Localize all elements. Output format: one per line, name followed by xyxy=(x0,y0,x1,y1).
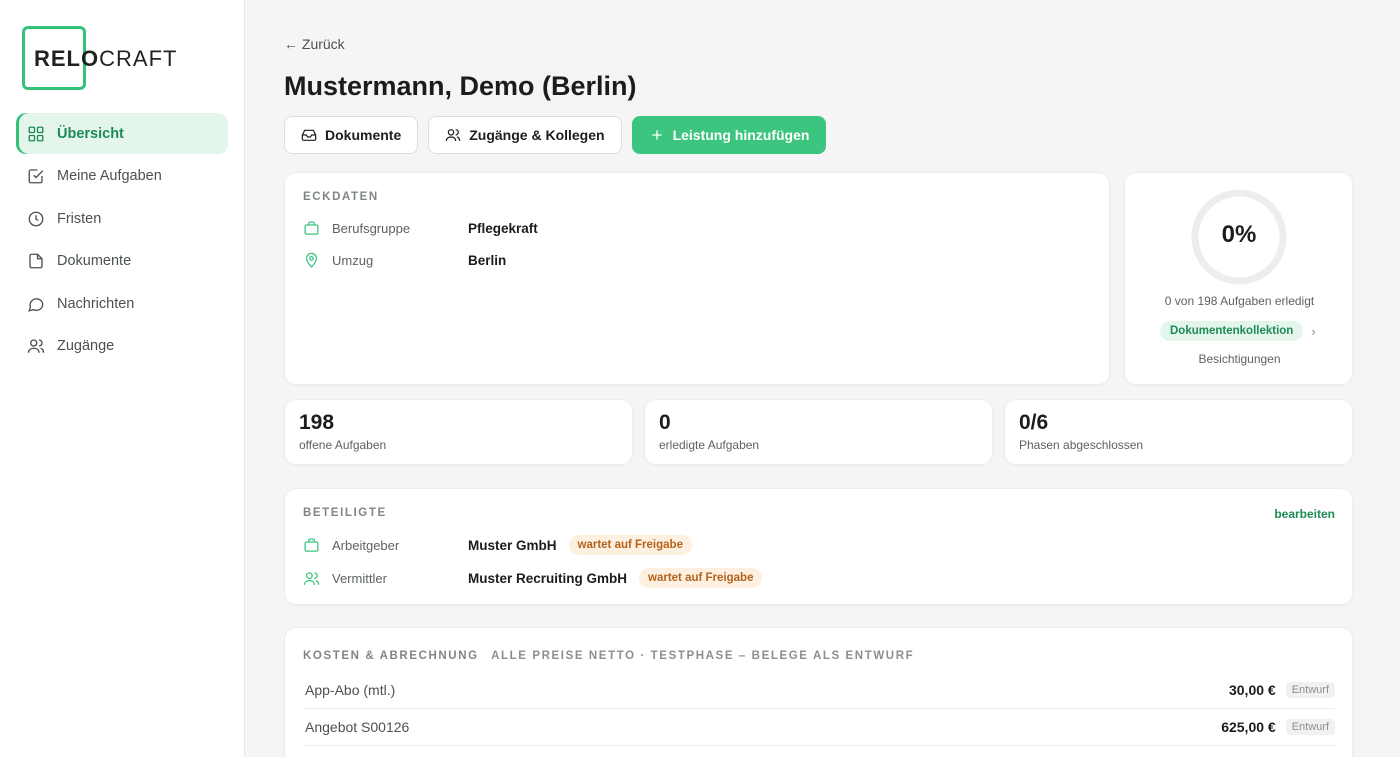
beteiligte-key: Arbeitgeber xyxy=(332,537,400,553)
beteiligte-value: Muster Recruiting GmbH xyxy=(468,570,628,586)
status-badge: wartet auf Freigabe xyxy=(568,535,692,555)
sidebar-item-label: Zugänge xyxy=(57,338,115,354)
stat-label: erledigte Aufgaben xyxy=(659,438,760,452)
sidebar-nav: Übersicht Meine Aufgaben Fristen Dokumen… xyxy=(16,113,228,368)
beteiligte-key: Vermittler xyxy=(332,570,387,586)
users-icon xyxy=(27,339,45,353)
sidebar-item-dokumente[interactable]: Dokumente xyxy=(16,241,228,282)
price-row[interactable]: Angebot S00126 625,00 € Entwurf xyxy=(303,709,1335,746)
relocraft-logo[interactable]: RELOCRAFT xyxy=(22,26,176,90)
sidebar-item-uebersicht[interactable]: Übersicht xyxy=(16,113,228,154)
stat-value: 0/6 xyxy=(1019,411,1049,434)
price-row[interactable]: App-Abo (mtl.) 30,00 € Entwurf xyxy=(303,672,1335,709)
eckdaten-value: Berlin xyxy=(468,253,507,268)
edit-link[interactable]: bearbeiten xyxy=(1274,507,1335,521)
eckdaten-row: Berufsgruppe Pflegekraft xyxy=(303,220,538,237)
add-service-button-label: Leistung hinzufügen xyxy=(672,127,810,143)
add-service-button[interactable]: Leistung hinzufügen xyxy=(631,116,827,154)
draft-badge: Entwurf xyxy=(1285,719,1335,735)
documents-button[interactable]: Dokumente xyxy=(284,116,419,154)
beteiligte-row: Arbeitgeber Muster GmbH wartet auf Freig… xyxy=(303,535,692,555)
eckdaten-row: Umzug Berlin xyxy=(303,252,506,269)
kosten-header: KOSTEN & ABRECHNUNG ALLE PREISE NETTO · … xyxy=(303,646,914,664)
access-colleagues-button[interactable]: Zugänge & Kollegen xyxy=(428,116,622,154)
chat-icon xyxy=(28,297,44,312)
price-amount: 625,00 € xyxy=(1221,719,1276,735)
grid-icon xyxy=(28,126,44,141)
kosten-sub-label: ALLE PREISE NETTO · TESTPHASE – BELEGE A… xyxy=(491,650,915,662)
sidebar-item-meine-aufgaben[interactable]: Meine Aufgaben xyxy=(16,156,228,197)
stat-value: 198 xyxy=(299,411,335,434)
stat-card-open: 198 offene Aufgaben xyxy=(284,399,633,465)
eckdaten-value: Pflegekraft xyxy=(468,221,538,236)
page-title: Mustermann, Demo (Berlin) xyxy=(284,71,637,101)
draft-badge: Entwurf xyxy=(1285,682,1335,698)
location-pin-icon xyxy=(305,252,318,268)
beteiligte-card: BETEILIGTE bearbeiten Arbeitgeber Muster… xyxy=(284,488,1353,605)
beteiligte-value: Muster GmbH xyxy=(468,537,557,553)
sidebar-item-label: Meine Aufgaben xyxy=(57,168,162,184)
action-bar: Dokumente Zugänge & Kollegen Leistung hi… xyxy=(284,116,827,154)
eckdaten-card: ECKDATEN Berufsgruppe Pflegekraft Umzug … xyxy=(284,172,1110,385)
beteiligte-label: BETEILIGTE xyxy=(303,507,387,519)
kosten-label: KOSTEN & ABRECHNUNG xyxy=(303,650,479,662)
sidebar-item-label: Übersicht xyxy=(57,125,124,142)
progress-card: 0% 0 von 198 Aufgaben erledigt Dokumente… xyxy=(1124,172,1353,385)
access-button-label: Zugänge & Kollegen xyxy=(469,127,605,143)
inbox-icon xyxy=(301,129,317,141)
price-name: Angebot S00126 xyxy=(305,719,410,735)
stat-value: 0 xyxy=(659,411,671,434)
price-amount: 30,00 € xyxy=(1228,682,1276,698)
sidebar: RELOCRAFT Übersicht Meine Aufgaben Frist… xyxy=(0,0,245,757)
eckdaten-key: Umzug xyxy=(332,253,374,268)
briefcase-icon xyxy=(304,537,319,552)
progress-summary: 0 von 198 Aufgaben erledigt xyxy=(1164,294,1315,308)
users-icon xyxy=(303,571,320,585)
stat-card-phases: 0/6 Phasen abgeschlossen xyxy=(1004,399,1353,465)
kosten-card: KOSTEN & ABRECHNUNG ALLE PREISE NETTO · … xyxy=(284,627,1353,757)
checkbox-icon xyxy=(28,169,44,184)
beteiligte-row: Vermittler Muster Recruiting GmbH wartet… xyxy=(303,568,763,588)
phase-badge: Dokumentenkollektion xyxy=(1160,321,1304,341)
users-icon xyxy=(445,129,461,142)
current-phase[interactable]: Dokumentenkollektion › xyxy=(1160,321,1316,341)
sidebar-item-zugaenge[interactable]: Zugänge xyxy=(16,326,228,367)
briefcase-icon xyxy=(304,221,319,235)
status-badge: wartet auf Freigabe xyxy=(639,568,763,588)
next-phase: Besichtigungen xyxy=(1198,352,1281,366)
logo-text: RELOCRAFT xyxy=(34,46,178,71)
sidebar-item-label: Nachrichten xyxy=(57,295,135,312)
eckdaten-key: Berufsgruppe xyxy=(332,221,411,236)
back-link[interactable]: ← Zurück xyxy=(284,36,345,52)
sidebar-item-label: Fristen xyxy=(57,210,102,227)
plus-icon xyxy=(651,130,662,140)
documents-button-label: Dokumente xyxy=(325,127,402,143)
sidebar-item-fristen[interactable]: Fristen xyxy=(16,198,228,239)
file-icon xyxy=(29,253,43,269)
sidebar-item-nachrichten[interactable]: Nachrichten xyxy=(16,283,228,324)
sidebar-item-label: Dokumente xyxy=(57,253,132,269)
eckdaten-label: ECKDATEN xyxy=(303,191,379,203)
progress-percent: 0% xyxy=(1221,221,1257,248)
price-name: App-Abo (mtl.) xyxy=(305,682,396,698)
stat-label: Phasen abgeschlossen xyxy=(1019,438,1144,452)
clock-icon xyxy=(28,211,44,226)
stat-card-done: 0 erledigte Aufgaben xyxy=(644,399,993,465)
chevron-right-icon: › xyxy=(1311,323,1316,339)
stat-label: offene Aufgaben xyxy=(299,438,387,452)
